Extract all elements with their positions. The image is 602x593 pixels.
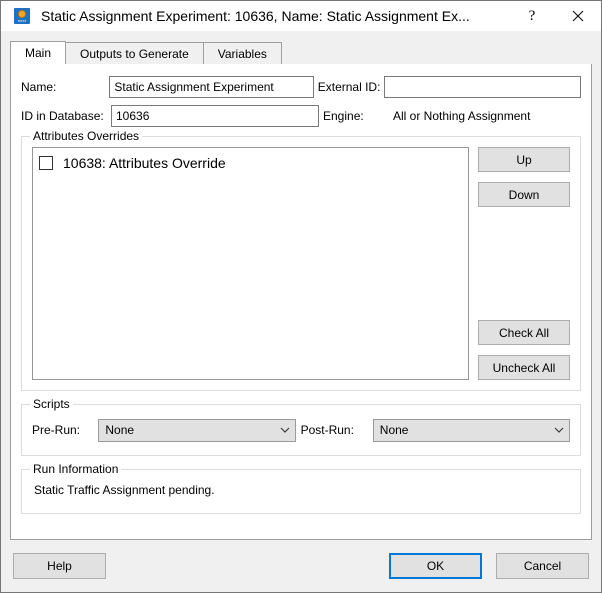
- list-item[interactable]: 10638: Attributes Override: [33, 152, 468, 174]
- tab-main-label: Main: [25, 46, 51, 60]
- tab-variables-label: Variables: [218, 47, 267, 61]
- run-information-text: Static Traffic Assignment pending.: [34, 483, 580, 497]
- help-button[interactable]: ?: [509, 1, 555, 31]
- move-up-button[interactable]: Up: [478, 147, 570, 172]
- app-icon-dot: [18, 10, 26, 18]
- title-bar: next Static Assignment Experiment: 10636…: [1, 1, 601, 31]
- dialog-footer: Help OK Cancel: [1, 540, 601, 592]
- attributes-overrides-body: 10638: Attributes Override Up Down Check…: [22, 137, 580, 390]
- attributes-overrides-list[interactable]: 10638: Attributes Override: [32, 147, 469, 380]
- chevron-down-icon: [275, 427, 295, 433]
- app-icon-label: next: [14, 18, 30, 23]
- name-label: Name:: [21, 80, 109, 94]
- name-input[interactable]: [109, 76, 313, 98]
- pre-run-select[interactable]: None: [98, 419, 295, 442]
- tab-strip: Main Outputs to Generate Variables: [10, 41, 592, 64]
- run-information-group-title: Run Information: [30, 463, 121, 475]
- list-side-buttons: Up Down Check All Uncheck All: [478, 147, 570, 380]
- window-title: Static Assignment Experiment: 10636, Nam…: [41, 8, 509, 24]
- run-information-group: Run Information Static Traffic Assignmen…: [21, 469, 581, 514]
- tab-outputs-to-generate-label: Outputs to Generate: [80, 47, 189, 61]
- ok-button[interactable]: OK: [389, 553, 482, 579]
- cancel-button[interactable]: Cancel: [496, 553, 589, 579]
- scripts-group-title: Scripts: [30, 398, 73, 410]
- app-icon: next: [14, 8, 30, 24]
- attributes-overrides-group-title: Attributes Overrides: [30, 130, 142, 142]
- engine-label: Engine:: [319, 109, 391, 123]
- attributes-overrides-group: Attributes Overrides 10638: Attributes O…: [21, 136, 581, 391]
- side-buttons-spacer: [478, 207, 570, 320]
- scripts-group: Scripts Pre-Run: None Post-Run: None: [21, 404, 581, 456]
- tab-outputs-to-generate[interactable]: Outputs to Generate: [65, 42, 204, 64]
- tab-strip-container: Main Outputs to Generate Variables: [1, 31, 601, 64]
- external-id-label: External ID:: [314, 80, 385, 94]
- id-in-database-input[interactable]: [111, 105, 319, 127]
- question-mark-icon: ?: [529, 9, 536, 24]
- external-id-input[interactable]: [384, 76, 581, 98]
- check-all-button[interactable]: Check All: [478, 320, 570, 345]
- main-panel: Name: External ID: ID in Database: Engin…: [11, 64, 591, 539]
- checkbox-icon[interactable]: [39, 156, 53, 170]
- tab-variables[interactable]: Variables: [203, 42, 282, 64]
- post-run-select[interactable]: None: [373, 419, 570, 442]
- close-button[interactable]: [555, 1, 601, 31]
- help-text-button[interactable]: Help: [13, 553, 106, 579]
- close-icon: [572, 10, 584, 22]
- post-run-label: Post-Run:: [296, 423, 373, 437]
- pre-run-label: Pre-Run:: [32, 423, 98, 437]
- tab-main[interactable]: Main: [10, 41, 66, 64]
- scripts-body: Pre-Run: None Post-Run: None: [22, 405, 580, 455]
- row-name-external-id: Name: External ID:: [21, 76, 581, 98]
- engine-value: All or Nothing Assignment: [391, 109, 530, 123]
- id-in-database-label: ID in Database:: [21, 109, 111, 123]
- uncheck-all-button[interactable]: Uncheck All: [478, 355, 570, 380]
- move-down-button[interactable]: Down: [478, 182, 570, 207]
- post-run-value: None: [374, 423, 549, 437]
- row-id-engine: ID in Database: Engine: All or Nothing A…: [21, 105, 581, 127]
- dialog-window: next Static Assignment Experiment: 10636…: [0, 0, 602, 593]
- pre-run-value: None: [99, 423, 274, 437]
- list-item-label: 10638: Attributes Override: [63, 155, 226, 171]
- chevron-down-icon: [549, 427, 569, 433]
- tab-page-main: Name: External ID: ID in Database: Engin…: [10, 64, 592, 540]
